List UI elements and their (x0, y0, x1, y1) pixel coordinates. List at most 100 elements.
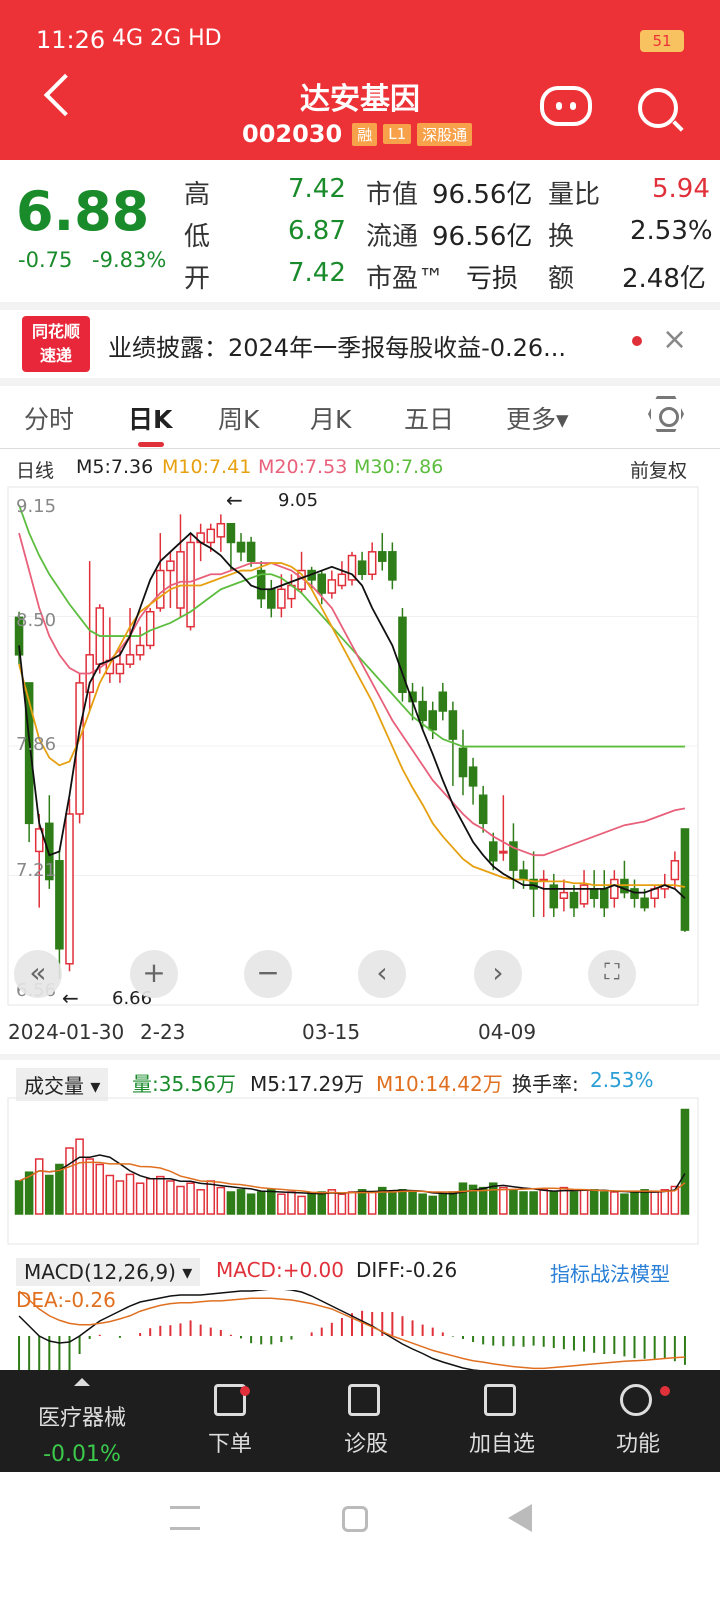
volume-bar (14, 1180, 24, 1215)
volume-bar (246, 1193, 256, 1215)
candle-body (468, 766, 478, 787)
stock-code-row: 002030 融 L1 深股通 (242, 120, 473, 148)
amount-label: 额 (548, 264, 575, 294)
volume-bar (499, 1186, 508, 1215)
tab-monthly-k[interactable]: 月K (310, 400, 351, 436)
volume-bar (176, 1185, 185, 1215)
tab-five-day[interactable]: 五日 (404, 400, 454, 436)
volume-chart[interactable] (0, 1096, 720, 1246)
fullscreen-button[interactable]: ⛶ (588, 950, 636, 998)
volume-bar (418, 1193, 427, 1215)
volume-bar (95, 1163, 105, 1215)
nav-function[interactable]: 功能 (606, 1426, 670, 1458)
tab-timeshare[interactable]: 分时 (24, 400, 74, 436)
volume-bar (610, 1191, 619, 1215)
recent-apps-icon[interactable] (170, 1506, 200, 1530)
candle-body (388, 551, 397, 581)
volume-bar (226, 1191, 236, 1215)
volume-frame (7, 1097, 699, 1245)
candle-body (610, 878, 619, 899)
high-marker: 9.05 (278, 490, 319, 511)
volume-bar (307, 1193, 316, 1215)
menu-icon (620, 1384, 652, 1416)
volume-bar (186, 1182, 195, 1215)
volume-bar (196, 1189, 205, 1215)
volume-bar (398, 1189, 407, 1215)
zoom-in-button[interactable]: + (130, 950, 178, 998)
notification-dot (660, 1386, 670, 1396)
volume-bar (478, 1186, 488, 1215)
macd-selector[interactable]: MACD(12,26,9) ▾ (16, 1258, 201, 1286)
stock-code: 002030 (242, 120, 343, 148)
tab-more[interactable]: 更多▾ (506, 400, 569, 436)
open-value: 7.42 (288, 258, 346, 288)
ma10-value: M10:7.41 (162, 456, 252, 478)
tab-daily-k[interactable]: 日K (128, 400, 172, 436)
next-button[interactable]: › (474, 950, 522, 998)
candle-body (226, 522, 236, 544)
active-tab-indicator (138, 442, 164, 447)
candle-body (478, 794, 488, 825)
close-icon[interactable]: × (662, 322, 687, 357)
candle-body (236, 541, 246, 553)
add-watchlist-icon (484, 1384, 516, 1416)
ma30-line (18, 504, 685, 748)
home-icon[interactable] (342, 1506, 368, 1532)
volume-bar (135, 1182, 145, 1215)
turnover-label: 换 (548, 222, 575, 252)
candle-body (458, 747, 468, 778)
candle-body (377, 551, 387, 562)
news-logo-top: 同花顺 (31, 322, 80, 341)
nav-add-watchlist[interactable]: 加自选 (458, 1426, 546, 1458)
volume-bar (519, 1191, 528, 1215)
candle-body (357, 560, 367, 576)
volume-bar (75, 1138, 84, 1215)
back-icon[interactable] (508, 1504, 532, 1532)
candle-body (680, 828, 690, 931)
mktcap-label: 市值 (366, 180, 419, 210)
assistant-robot-icon[interactable] (540, 86, 592, 126)
ma10-line (18, 562, 686, 888)
fast-back-button[interactable]: « (14, 950, 62, 998)
volume-bar (509, 1189, 518, 1215)
high-value: 7.42 (288, 174, 346, 204)
divider (0, 302, 720, 310)
tab-weekly-k[interactable]: 周K (218, 400, 259, 436)
volume-bar (166, 1180, 175, 1215)
nav-order[interactable]: 下单 (198, 1426, 262, 1458)
diagnose-icon (348, 1384, 380, 1416)
adjust-mode[interactable]: 前复权 (630, 456, 687, 483)
ma-label: 日线 (16, 460, 55, 482)
news-ticker[interactable]: 同花顺 速递 业绩披露：2024年一季报每股收益-0.26... (0, 310, 720, 376)
volume-bar (549, 1191, 559, 1215)
volume-bar (156, 1175, 165, 1215)
tag-level1: L1 (383, 124, 412, 144)
volume-bar (34, 1158, 44, 1215)
nav-diagnose[interactable]: 诊股 (334, 1426, 398, 1458)
ma30-value: M30:7.86 (354, 456, 444, 478)
nav-sector[interactable]: 医疗器械 -0.01% (24, 1400, 140, 1467)
low-marker-arrow: ← (62, 986, 79, 1010)
settings-icon[interactable] (648, 396, 684, 432)
volume-bar (630, 1191, 639, 1215)
volume-bar (145, 1178, 155, 1215)
volume-bar (45, 1174, 54, 1215)
search-icon[interactable] (638, 88, 678, 128)
volume-value: 量:35.56万 (132, 1072, 236, 1096)
unread-dot (632, 336, 642, 346)
news-text[interactable]: 业绩披露：2024年一季报每股收益-0.26... (108, 328, 566, 363)
strategy-link[interactable]: 指标战法模型 (550, 1258, 670, 1287)
candle-body (55, 860, 64, 950)
divider (0, 378, 720, 386)
signal-icons: 4G 2G HD (112, 26, 222, 51)
y-label: 7.21 (16, 860, 57, 881)
volume-bar (438, 1193, 448, 1215)
zoom-out-button[interactable]: − (244, 950, 292, 998)
volume-bar (347, 1191, 357, 1215)
candle-body (176, 551, 185, 609)
prev-button[interactable]: ‹ (358, 950, 406, 998)
volume-bar (579, 1189, 589, 1215)
news-logo-bottom: 速递 (39, 346, 72, 365)
volume-bar (589, 1189, 599, 1215)
kline-chart[interactable] (0, 485, 720, 1015)
